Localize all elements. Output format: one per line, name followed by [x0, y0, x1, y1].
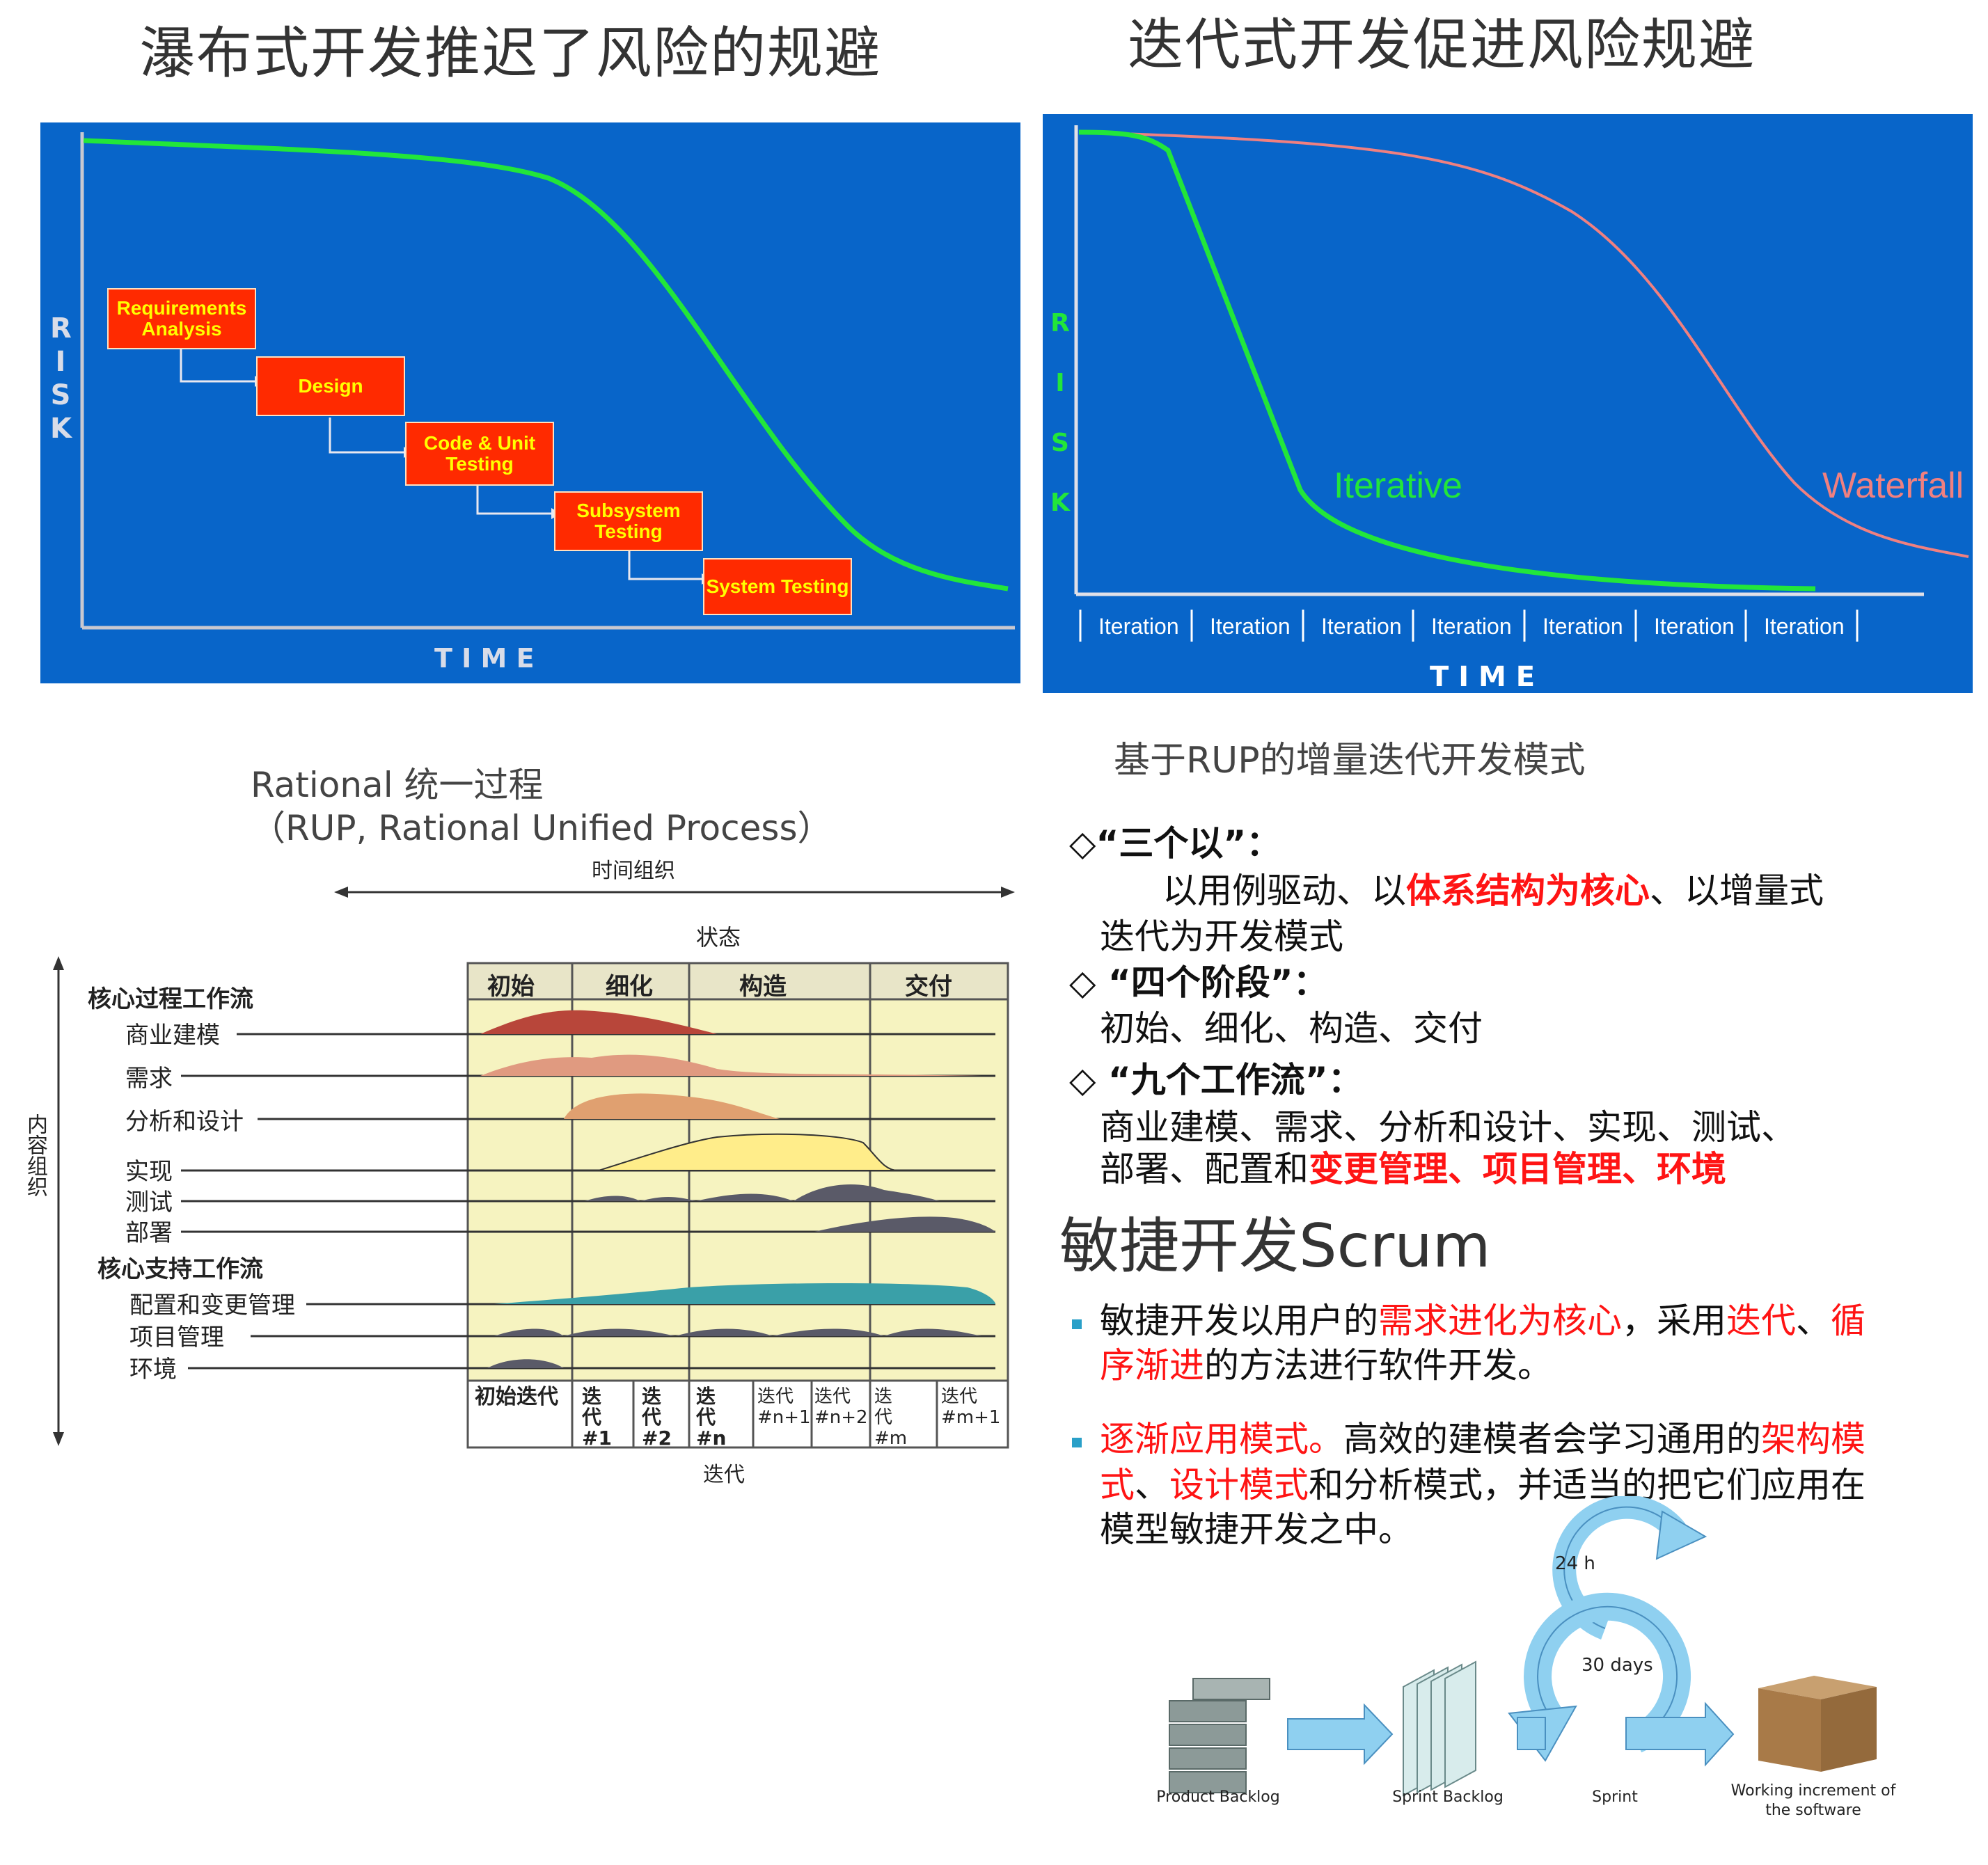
nine-workflows-line1: 商业建模、需求、分析和设计、实现、测试、 [1100, 1107, 1796, 1148]
workflow-test: 测试 [125, 1189, 173, 1216]
iterative-title: 迭代式开发促进风险规避 [1128, 13, 1756, 77]
scrum-p1-line2: 序渐进的方法进行软件开发。 [1100, 1345, 1552, 1386]
workflow-analysis-design: 分析和设计 [125, 1108, 244, 1136]
nine-workflows-title: ◇ “九个工作流”： [1069, 1060, 1363, 1100]
support-config-change: 配置和变更管理 [129, 1292, 295, 1319]
phase-header: 状态 [696, 924, 741, 951]
iter-1: 迭代#1 [582, 1385, 612, 1450]
stage-requirements: Requirements Analysis [107, 288, 256, 349]
working-increment-label: Working increment of the software [1730, 1782, 1896, 1819]
core-process-header: 核心过程工作流 [88, 985, 253, 1013]
waterfall-title: 瀑布式开发推迟了风险的规避 [139, 21, 881, 86]
workflow-deployment: 部署 [125, 1219, 173, 1247]
product-backlog-icon [1169, 1678, 1270, 1793]
iter-initial: 初始迭代 [475, 1385, 558, 1409]
daily-cycle-label: 24 h [1555, 1553, 1595, 1574]
waterfall-series-label: Waterfall [1822, 466, 1964, 506]
risk-curve [83, 138, 1009, 592]
sprint-backlog-label: Sprint Backlog [1392, 1788, 1504, 1806]
iteration-6: Iteration [1654, 614, 1735, 639]
risk-label: RISK [1050, 309, 1070, 517]
phase-inception: 初始 [487, 973, 535, 1001]
waterfall-chart [80, 132, 1015, 630]
rup-diagram: 时间组织 内容组织 状态 初始 细化 构造 交付 核心过程工作流 商业建模 需求… [7, 856, 1016, 1496]
time-axis-label: 时间组织 [592, 859, 675, 883]
waterfall-chart-panel: RISK T I M E Requirements Analysis Desig… [40, 122, 1020, 683]
iteration-7: Iteration [1764, 614, 1845, 639]
increment-box-icon [1758, 1676, 1877, 1772]
iter-n2: 迭代#n+2 [814, 1386, 868, 1428]
core-support-header: 核心支持工作流 [97, 1255, 263, 1283]
iter-n: 迭代#n [696, 1385, 727, 1450]
stage-subsystem-testing: Subsystem Testing [554, 491, 703, 551]
iteration-1: Iteration [1098, 614, 1179, 639]
support-project-mgmt: 项目管理 [129, 1324, 224, 1351]
iterative-series-label: Iterative [1334, 466, 1462, 506]
stage-system-testing: System Testing [703, 558, 852, 615]
scrum-graphics [1169, 1496, 1877, 1797]
three-principles-line2: 迭代为开发模式 [1100, 916, 1343, 957]
scrum-process-diagram: 24 h 30 days Product Backlog Sprint Back… [1155, 1496, 1907, 1830]
stage-design: Design [256, 356, 405, 416]
content-axis-label: 内容组织 [23, 1113, 47, 1197]
iterative-chart [1074, 125, 1969, 642]
scrum-heading: 敏捷开发Scrum [1059, 1212, 1491, 1281]
workflow-requirements: 需求 [125, 1065, 173, 1093]
iter-n1: 迭代#n+1 [757, 1386, 811, 1428]
bullet-marker-1 [1072, 1319, 1082, 1329]
three-principles-title: ◇“三个以”： [1069, 823, 1281, 864]
workflow-business-modeling: 商业建模 [125, 1022, 220, 1049]
arrow-to-sprint-backlog [1287, 1703, 1394, 1765]
nine-workflows-line2: 部署、配置和变更管理、项目管理、环境 [1100, 1149, 1726, 1189]
phase-construction: 构造 [739, 973, 787, 1001]
iteration-axis-label: 迭代 [703, 1463, 745, 1487]
iterative-chart-panel: RISK Iterative Waterfall Iteration Itera… [1043, 114, 1973, 693]
sprint-label: Sprint [1592, 1788, 1638, 1806]
bullet-marker-2 [1072, 1438, 1082, 1447]
sprint-cycle-label: 30 days [1581, 1655, 1653, 1676]
sprint-backlog-icon [1403, 1660, 1476, 1797]
support-environment: 环境 [129, 1356, 177, 1383]
product-backlog-label: Product Backlog [1156, 1788, 1280, 1806]
iter-m1: 迭代#m+1 [941, 1386, 1001, 1428]
risk-label: RISK [50, 312, 72, 445]
four-phases-line: 初始、细化、构造、交付 [1100, 1008, 1483, 1049]
four-phases-title: ◇ “四个阶段”： [1069, 962, 1328, 1003]
scrum-p1-line1: 敏捷开发以用户的需求进化为核心，采用迭代、循 [1100, 1301, 1865, 1341]
iter-m: 迭代#m [874, 1386, 908, 1449]
three-principles-line1: 以用例驱动、以体系结构为核心、以增量式 [1162, 871, 1824, 911]
iter-2: 迭代#2 [642, 1385, 672, 1450]
stage-code-unit-testing: Code & Unit Testing [405, 422, 554, 486]
time-label: T I M E [1430, 661, 1536, 693]
rup-title-line2: （RUP, Rational Unified Process） [251, 808, 833, 848]
phase-elaboration: 细化 [606, 973, 653, 1001]
phase-transition: 交付 [905, 973, 952, 1001]
workflow-implementation: 实现 [125, 1158, 173, 1186]
scrum-p2-line1: 逐渐应用模式。高效的建模者会学习通用的架构模 [1100, 1419, 1865, 1459]
rup-mode-heading: 基于RUP的增量迭代开发模式 [1114, 740, 1586, 781]
iteration-5: Iteration [1543, 614, 1623, 639]
iteration-2: Iteration [1210, 614, 1291, 639]
iteration-3: Iteration [1321, 614, 1402, 639]
iteration-4: Iteration [1431, 614, 1512, 639]
time-label: T I M E [434, 643, 535, 674]
